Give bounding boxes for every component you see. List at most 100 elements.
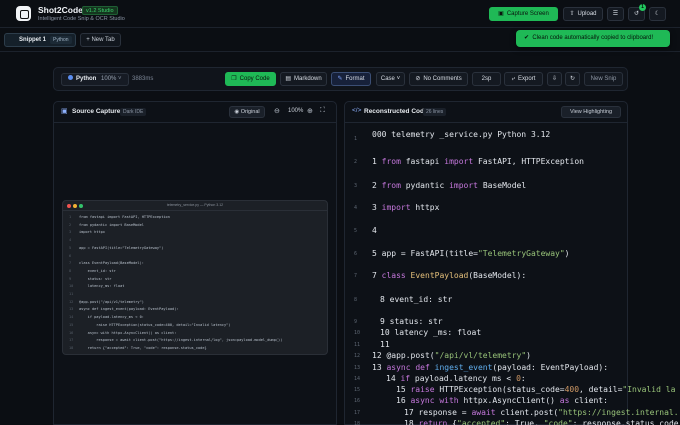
snippet-line-text: status: str (79, 276, 112, 281)
download-button[interactable]: ⇩ (547, 72, 562, 86)
refresh-button[interactable]: ↻ (565, 72, 580, 86)
code-token: httpx (415, 203, 440, 212)
indent-dropdown[interactable]: 2sp (472, 72, 501, 86)
snippet-line: 8 event_id: str (69, 269, 116, 273)
language-selector[interactable]: Python 100% ˅ (61, 73, 129, 86)
moon-icon: ☾ (654, 11, 661, 17)
code-line: 8 event_id: str (380, 295, 452, 304)
snippet-line-number: 1 (69, 215, 72, 219)
zoom-out-icon[interactable]: ⊖ (274, 107, 280, 115)
code-line: 3 import httpx (372, 203, 439, 212)
new-snip-button[interactable]: New Snip (584, 72, 623, 86)
snippet-line-number: 9 (69, 276, 72, 281)
snippet-line-number: 3 (69, 230, 72, 235)
snippet-line-text: app = FastAPI(title="TelemetryGateway") (79, 245, 164, 250)
code-line: 18 return {"accepted": True, "code": res… (404, 419, 679, 425)
format-button[interactable]: ✎ Format (331, 72, 371, 86)
snippet-line-text: class EventPayload(BaseModel): (79, 261, 144, 266)
code-line-number: 14 (386, 374, 401, 383)
code-line-number: 12 (372, 351, 387, 360)
snippet-line-number: 4 (69, 238, 72, 243)
code-panel-header: </> Reconstructed Code 26 lines View Hig… (345, 102, 627, 123)
app-header: Shot2Code v1.2 Studio Intelligent Code S… (0, 0, 680, 28)
code-token: response = (418, 408, 472, 417)
fullscreen-icon[interactable]: ⛶ (320, 107, 325, 115)
code-line: 15 raise HTTPException(status_code=400, … (396, 385, 675, 394)
camera-icon: ▣ (498, 11, 504, 17)
code-token: import (444, 157, 478, 166)
snippet-line: 11 (69, 292, 79, 296)
zoom-in-icon[interactable]: ⊕ (307, 107, 313, 115)
snippet-line-number: 13 (69, 307, 74, 312)
gutter-line-number: 1 (354, 136, 358, 142)
code-token: app = FastAPI(title= (381, 249, 478, 258)
code-line-number: 15 (396, 385, 411, 394)
gutter-line-number: 2 (354, 159, 358, 165)
confidence-value: 100% (101, 76, 117, 82)
code-line: 10 latency _ms: float (380, 328, 481, 337)
source-tag: Dark IDE (120, 108, 147, 116)
settings-button[interactable]: ☰ (607, 7, 624, 21)
new-tab-button[interactable]: + New Tab (80, 33, 121, 47)
code-token: FastAPI, HTTPException (477, 157, 584, 166)
history-icon: ↺ (633, 11, 640, 17)
snippet-line: 6 (69, 254, 79, 258)
code-token: return (418, 419, 453, 425)
gutter-line-number: 16 (354, 398, 361, 404)
comment-off-icon: ⊘ (415, 76, 421, 82)
code-line-number: 10 (380, 328, 395, 337)
code-token: EventPayload (410, 271, 469, 280)
code-token: ) (564, 249, 570, 258)
theme-toggle-button[interactable]: ☾ (649, 7, 666, 21)
code-token: from (381, 181, 406, 190)
code-token: 400 (564, 385, 580, 394)
gutter-line-number: 10 (354, 330, 361, 336)
code-token: status: str (389, 317, 443, 326)
snippet-line: 5 app = FastAPI(title="TelemetryGateway") (69, 246, 163, 250)
chevron-down-icon: ˅ (118, 76, 122, 82)
code-line-number: 13 (372, 363, 387, 372)
copy-icon: ❐ (231, 76, 237, 82)
snippet-line: 1 from fastapi import FastAPI, HTTPExcept… (69, 215, 170, 219)
line-count-tag: 26 lines (423, 108, 447, 116)
original-toggle[interactable]: ◉ Original (229, 106, 265, 118)
share-icon: ⤶ (511, 76, 516, 82)
snippet-line: 15 raise HTTPException(status_code=400, … (69, 323, 230, 327)
tab-snippet-1[interactable]: Snippet 1 Python (4, 33, 76, 47)
code-line-number: 9 (380, 317, 390, 326)
upload-button[interactable]: ⇧ Upload (563, 7, 603, 21)
chevron-down-icon: ˅ (396, 76, 401, 82)
snippet-line-number: 14 (69, 315, 74, 320)
gutter-line-number: 11 (354, 342, 361, 348)
app-title: Shot2Code (38, 5, 83, 15)
markdown-button[interactable]: ▤ Markdown (280, 72, 327, 86)
code-token: @app.post( (386, 351, 435, 360)
gutter-line-number: 7 (354, 273, 358, 279)
code-token: if (400, 374, 415, 383)
snippet-line: 16 async with httpx.AsyncClient() as cli… (69, 331, 176, 335)
copy-code-button[interactable]: ❐ Copy Code (225, 72, 276, 86)
image-icon: ▣ (61, 108, 68, 115)
code-line-number: 17 (404, 408, 419, 417)
export-button[interactable]: ⤶ Export (504, 72, 543, 86)
code-line: 9 status: str (380, 317, 443, 326)
code-line: 13 async def ingest_event(payload: Event… (372, 363, 608, 372)
view-highlighting-button[interactable]: View Highlighting (561, 106, 621, 118)
app-subtitle: Intelligent Code Snip & OCR Studio (38, 16, 125, 22)
snippet-line: 12 @app.post("/api/v1/telemetry") (69, 300, 144, 304)
capture-screen-button[interactable]: ▣ Capture Screen (489, 7, 558, 21)
case-dropdown[interactable]: Case ˅ (376, 72, 405, 86)
snippet-line-number: 16 (69, 330, 74, 335)
code-token: : (520, 374, 526, 383)
code-line: 5 app = FastAPI(title="TelemetryGateway"… (372, 249, 570, 258)
download-icon: ⇩ (551, 76, 558, 82)
gutter-line-number: 14 (354, 376, 361, 382)
snippet-line: 4 (69, 238, 79, 242)
gutter-line-number: 4 (354, 205, 358, 211)
code-token: BaseModel (482, 181, 527, 190)
snippet-line: 2 from pydantic import BaseModel (69, 223, 144, 227)
source-screenshot: telemetry_service.py — Python 3.12 1 from… (62, 200, 328, 355)
code-token: ingest_event (434, 363, 493, 372)
code-token: "https://ingest.internal. (558, 408, 679, 417)
no-comments-button[interactable]: ⊘ No Comments (409, 72, 468, 86)
